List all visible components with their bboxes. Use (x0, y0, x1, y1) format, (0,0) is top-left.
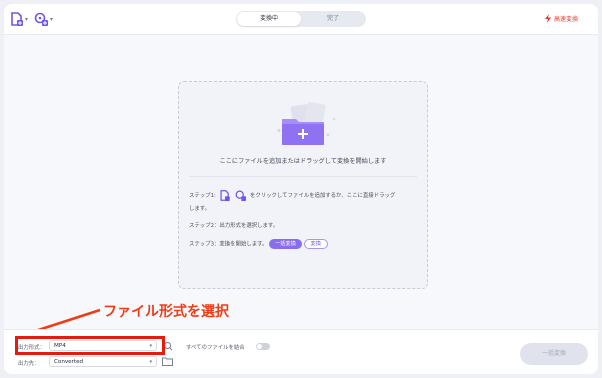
annotation-arrow (25, 308, 101, 336)
convert-all-button[interactable]: 一括変換 (520, 343, 588, 365)
app-window: ▾ ▾ 変換中 完了 高速変換 ✦ ✦ ここにファイルを追加またはドラッグして変… (4, 4, 598, 374)
chevron-down-icon: ▾ (149, 359, 152, 365)
merge-toggle[interactable] (256, 343, 270, 350)
destination-label: 出力先： (18, 361, 40, 367)
annotation-label: ファイル形式を選択 (103, 304, 229, 320)
destination-value: Converted (54, 359, 84, 365)
format-highlight-box (15, 336, 165, 355)
destination-select[interactable]: Converted ▾ (49, 356, 157, 367)
merge-label: すべてのファイルを結合 (186, 345, 245, 351)
folder-icon[interactable] (162, 357, 173, 366)
